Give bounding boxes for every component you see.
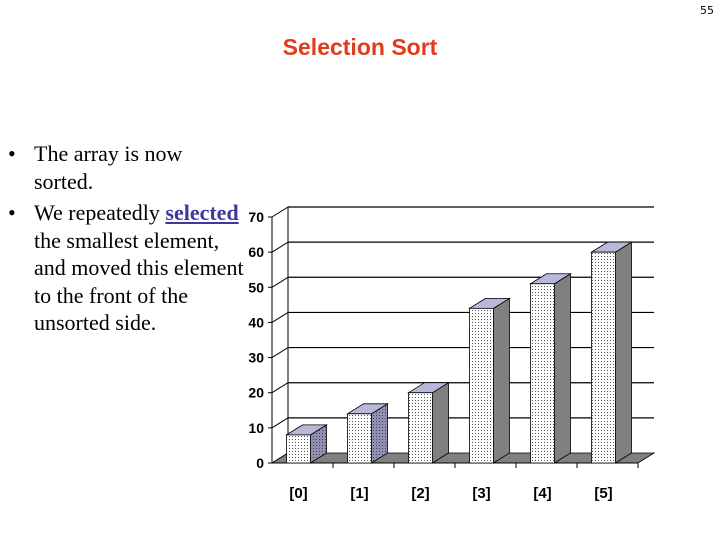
bar-chart: 0 10 20 30 40 50 60 70 [0] [1] [2] [3] [4] [5] <box>248 206 656 502</box>
y-depth-line <box>271 417 289 429</box>
y-depth-line <box>271 312 289 323</box>
y-depth-line <box>271 206 289 218</box>
y-tick-label: 70 <box>248 209 264 225</box>
bar-side <box>493 297 510 464</box>
bar-front <box>286 434 311 464</box>
bar-side <box>432 381 449 464</box>
y-tick-label: 10 <box>248 420 264 436</box>
y-tick-label: 40 <box>248 314 264 330</box>
bar-front <box>591 251 616 464</box>
x-category-label: [4] <box>533 485 551 502</box>
x-category-label: [5] <box>594 485 612 502</box>
bar-front <box>347 413 372 464</box>
x-category-label: [3] <box>472 485 490 502</box>
bar-front <box>408 392 433 464</box>
y-tick-label: 30 <box>248 350 264 366</box>
x-category-label: [1] <box>350 485 368 502</box>
y-tick-label: 50 <box>248 279 264 295</box>
y-depth-line <box>271 382 289 394</box>
bar-front <box>469 307 494 464</box>
x-category-label: [0] <box>289 485 307 502</box>
bar-side <box>554 273 571 464</box>
y-tick-label: 0 <box>256 455 264 471</box>
bar-front <box>530 283 555 464</box>
x-category-label: [2] <box>411 485 429 502</box>
y-tick-label: 20 <box>248 385 264 401</box>
y-depth-line <box>271 241 289 253</box>
y-depth-line <box>271 347 289 358</box>
bar-side <box>615 241 632 464</box>
y-tick-label: 60 <box>248 244 264 260</box>
y-depth-line <box>271 276 289 288</box>
